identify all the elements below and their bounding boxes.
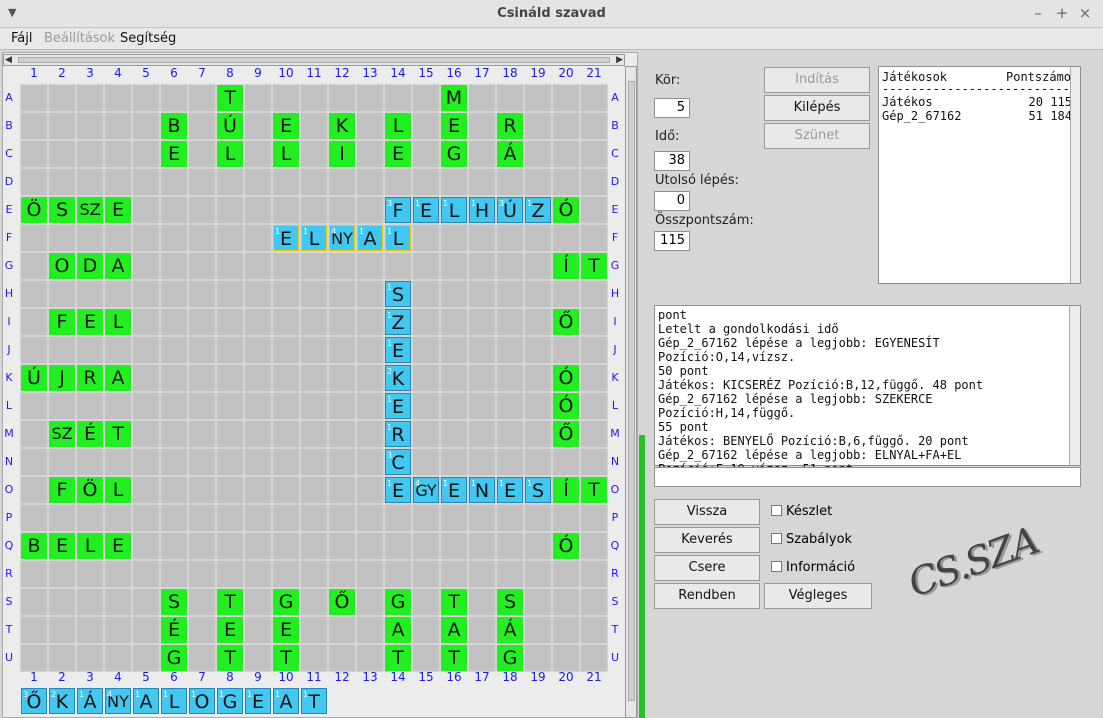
rules-checkbox[interactable]: Szabályok — [771, 532, 852, 547]
log-panel: pont Letelt a gondolkodási idő Gép_2_67162… — [654, 305, 1081, 476]
player-total-score: 115 — [1050, 95, 1072, 109]
scroll-right-icon[interactable]: ▶ — [616, 55, 623, 65]
last-move-label: Utolsó lépés: — [655, 173, 740, 188]
rules-label: Szabályok — [786, 532, 853, 547]
log-line: pont — [658, 308, 687, 322]
log-line: Gép_2_67162 lépése a legjobb: EGYENESÍT … — [658, 336, 940, 364]
menu-file[interactable]: Fájl — [11, 31, 32, 46]
total-score-value: 115 — [654, 231, 690, 251]
board-area — [2, 52, 638, 718]
exit-button[interactable]: Kilépés — [764, 95, 870, 121]
final-button[interactable]: Végleges — [764, 583, 872, 609]
log-line: Gép_2_67162 lépése a legjobb: ELNYAL+FA+… — [658, 448, 962, 462]
control-panel: Kör: 5 Idő: 38 Utolsó lépés: 0 Összponts… — [645, 52, 1103, 718]
log-line: Letelt a gondolkodási idő — [658, 322, 839, 336]
shuffle-button[interactable]: Keverés — [654, 527, 760, 553]
stock-checkbox[interactable]: Készlet — [771, 504, 832, 519]
log-line: Játékos: BENYELŐ Pozíció:B,6,függő. 20 p… — [658, 434, 969, 448]
log-scrollbar[interactable] — [1069, 306, 1080, 465]
message-input[interactable] — [654, 467, 1081, 487]
vertical-scrollbar[interactable] — [625, 66, 637, 718]
player-total-score: 184 — [1050, 109, 1072, 123]
minimize-icon[interactable]: – — [1030, 4, 1046, 22]
menu-help[interactable]: Segítség — [120, 31, 176, 46]
checkbox-icon[interactable] — [771, 505, 782, 516]
player-last-score: 51 — [1028, 109, 1043, 123]
log-line: 50 pont — [658, 364, 709, 378]
players-scrollbar[interactable] — [1070, 67, 1080, 283]
log-line: Gép_2_67162 lépése a legjobb: SZEKERCE P… — [658, 392, 933, 420]
time-label: Idő: — [655, 129, 680, 144]
checkbox-icon[interactable] — [771, 561, 782, 572]
players-panel: Játékosok Pontszámok -------------------… — [878, 66, 1081, 284]
players-separator: --------------------------------- — [882, 82, 1078, 96]
player-name: Gép_2_67162 — [882, 109, 962, 123]
start-button[interactable]: Indítás — [764, 67, 870, 93]
round-value: 5 — [654, 98, 690, 118]
total-score-label: Összpontszám: — [655, 213, 754, 228]
time-value: 38 — [654, 151, 690, 171]
scroll-thumb[interactable] — [628, 81, 635, 701]
window-title: Csináld szavad — [497, 6, 606, 21]
last-move-value: 0 — [654, 191, 690, 211]
stock-label: Készlet — [786, 504, 833, 519]
horizontal-scrollbar[interactable]: ◀ ▶ — [3, 54, 625, 66]
player-last-score: 20 — [1028, 95, 1043, 109]
scroll-thumb[interactable] — [18, 57, 610, 63]
checkbox-icon[interactable] — [771, 533, 782, 544]
scroll-left-icon[interactable]: ◀ — [5, 55, 12, 65]
info-checkbox[interactable]: Információ — [771, 560, 855, 575]
player-name: Játékos — [882, 95, 933, 109]
menu-bar: Fájl Beállítások Segítség — [0, 28, 1103, 50]
title-bar: ▼ Csináld szavad – + × — [0, 0, 1103, 28]
info-label: Információ — [786, 560, 856, 575]
close-icon[interactable]: × — [1077, 4, 1093, 22]
back-button[interactable]: Vissza — [654, 499, 760, 525]
round-label: Kör: — [655, 73, 681, 88]
log-line: Játékos: KICSERÉZ Pozíció:B,12,függő. 48… — [658, 378, 984, 392]
menu-settings[interactable]: Beállítások — [44, 31, 115, 46]
ok-button[interactable]: Rendben — [654, 583, 760, 609]
log-line: 55 pont — [658, 420, 709, 434]
pause-button[interactable]: Szünet — [764, 123, 870, 149]
maximize-icon[interactable]: + — [1054, 4, 1070, 22]
swap-button[interactable]: Csere — [654, 555, 760, 581]
